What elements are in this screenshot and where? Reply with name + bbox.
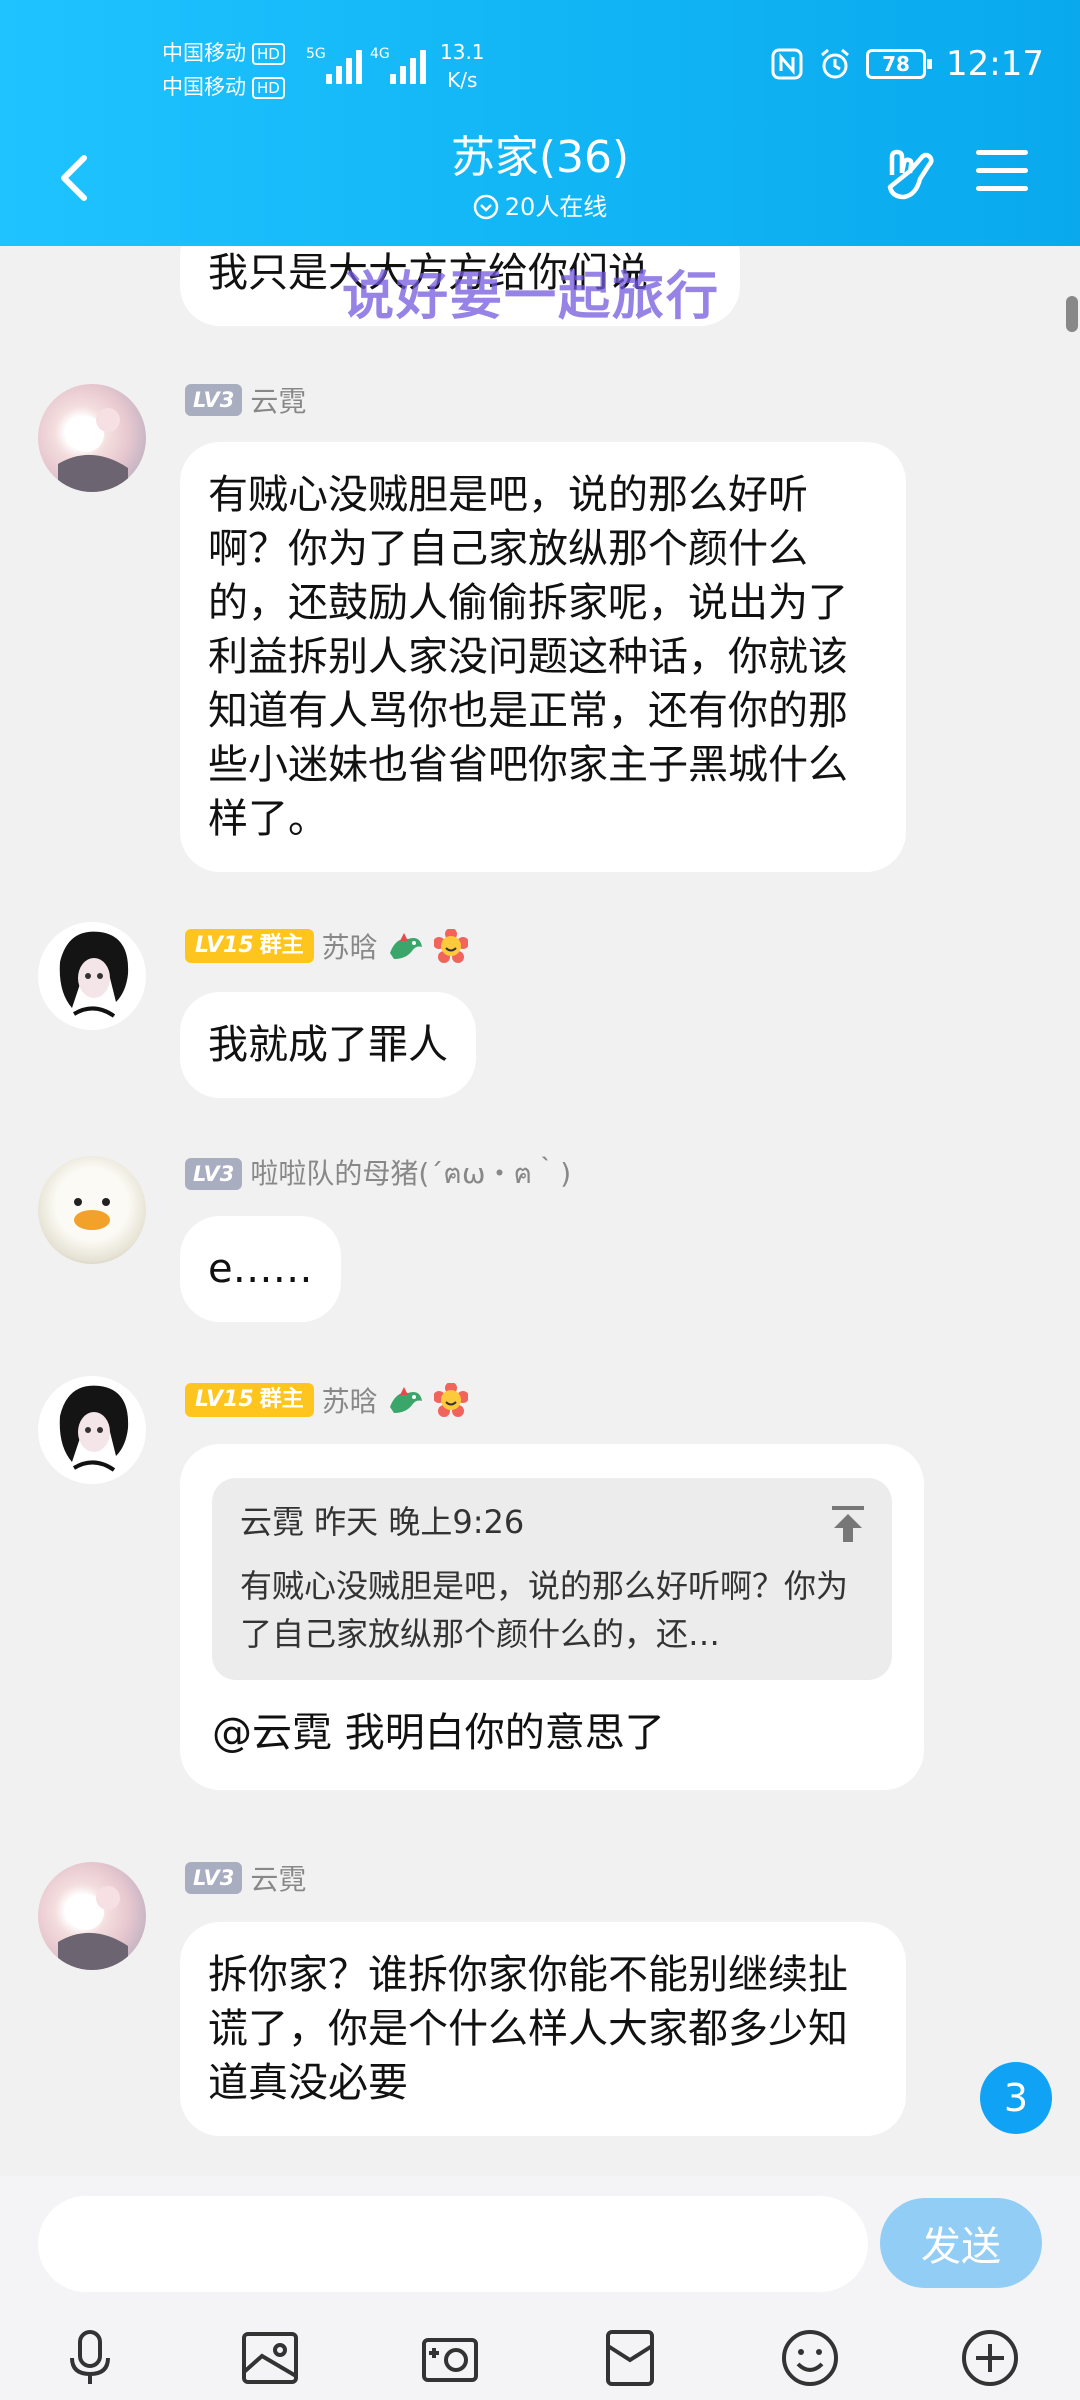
sender-meta: LV15 群主 苏晗 [185,1380,468,1420]
status-right: 78 12:17 [770,44,1044,84]
clock: 12:17 [946,44,1044,84]
plus-icon[interactable] [958,2326,1022,2390]
input-bar: 发送 [0,2176,1080,2400]
menu-button[interactable] [976,150,1028,194]
chat-area[interactable]: 我只是大大方方给你们说 LV3 云霓 有贼心没贼胆是吧，说的那么好听啊？你为了自… [0,246,1080,2176]
nfc-icon [771,48,803,80]
avatar[interactable] [38,1156,146,1264]
sender-meta: LV15 群主 苏晗 [185,926,468,966]
send-button[interactable]: 发送 [880,2198,1042,2288]
speed-unit: K/s [447,68,478,92]
avatar[interactable] [38,1862,146,1970]
quoted-message[interactable]: 云霓 昨天 晚上9:26 有贼心没贼胆是吧，说的那么好听啊？你为了自己家放纵那个… [212,1478,892,1680]
role-label: 群主 [259,933,304,958]
signal-icon [326,44,370,84]
message-bubble[interactable]: 我就成了罪人 [180,992,476,1098]
camera-icon[interactable] [418,2326,482,2390]
level-badge: LV3 [185,1158,243,1190]
quote-body: 有贼心没贼胆是吧，说的那么好听啊？你为了自己家放纵那个颜什么的，还… [240,1567,849,1653]
sender-name[interactable]: 云霓 [250,380,306,420]
hd-badge: HD [252,43,285,65]
chat-header: 中国移动 HD 中国移动 HD 5G 4G 13.1 K/s 78 12:17 苏家… [0,0,1080,246]
microphone-icon[interactable] [58,2326,122,2390]
avatar[interactable] [38,922,146,1030]
network-4g: 4G [370,46,390,62]
avatar[interactable] [38,384,146,492]
image-icon[interactable] [238,2326,302,2390]
net-speed: 13.1 K/s [440,38,485,94]
carrier-info: 中国移动 HD 中国移动 HD [162,36,285,104]
sender-meta: LV3 云霓 [185,380,306,420]
speed-value: 13.1 [440,40,485,64]
status-bar: 中国移动 HD 中国移动 HD 5G 4G 13.1 K/s 78 12:17 [0,0,1080,140]
message-input[interactable] [38,2196,868,2292]
owner-badge: LV15 群主 [185,929,314,963]
unread-badge[interactable]: 3 [980,2062,1052,2134]
flower-smile-icon [433,929,468,963]
carrier-1: 中国移动 [162,41,246,65]
carrier-2: 中国移动 [162,75,246,99]
red-packet-icon[interactable] [598,2326,662,2390]
sender-name[interactable]: 啦啦队的母猪(´ฅω・ฅ｀) [250,1152,571,1196]
dragon-emoji-icon [389,933,422,959]
sender-name[interactable]: 云霓 [250,1858,306,1898]
reply-text: @云霓 我明白你的意思了 [212,1710,665,1756]
jump-to-original-icon[interactable] [830,1504,866,1544]
level-badge: LV3 [185,1862,243,1894]
battery-level: 78 [882,52,910,76]
flower-smile-icon [433,1383,468,1417]
message-bubble[interactable]: 云霓 昨天 晚上9:26 有贼心没贼胆是吧，说的那么好听啊？你为了自己家放纵那个… [180,1444,924,1790]
scrollbar[interactable] [1066,296,1078,332]
sender-name[interactable]: 苏晗 [322,1380,378,1420]
alarm-icon [821,48,849,79]
floating-overlay-text: 说好要一起旅行 [342,267,721,327]
level-badge: LV3 [185,384,243,416]
sender-meta: LV3 啦啦队的母猪(´ฅω・ฅ｀) [185,1154,571,1194]
role-label: 群主 [259,1387,304,1412]
hd-badge: HD [252,77,285,99]
emoji-icon[interactable] [778,2326,842,2390]
quote-header: 云霓 昨天 晚上9:26 [240,1503,525,1541]
message-bubble[interactable]: 有贼心没贼胆是吧，说的那么好听啊？你为了自己家放纵那个颜什么的，还鼓励人偷偷拆家… [180,442,906,872]
level-label: LV15 [195,933,254,958]
message-bubble[interactable]: e…… [180,1216,341,1322]
sender-name[interactable]: 苏晗 [322,926,378,966]
battery-icon: 78 [866,49,933,79]
sender-meta: LV3 云霓 [185,1858,306,1898]
hand-gesture-icon[interactable] [880,145,940,205]
online-check-icon [473,194,498,220]
level-label: LV15 [195,1387,254,1412]
message-bubble[interactable]: 拆你家？谁拆你家你能不能别继续扯谎了，你是个什么样人大家都多少知道真没必要 [180,1922,906,2136]
network-5g: 5G [306,46,326,62]
owner-badge: LV15 群主 [185,1383,314,1417]
online-label: 20人在线 [504,193,608,221]
signal-icon [390,44,434,84]
input-toolbar [0,2306,1080,2396]
dragon-emoji-icon [389,1387,422,1413]
avatar[interactable] [38,1376,146,1484]
